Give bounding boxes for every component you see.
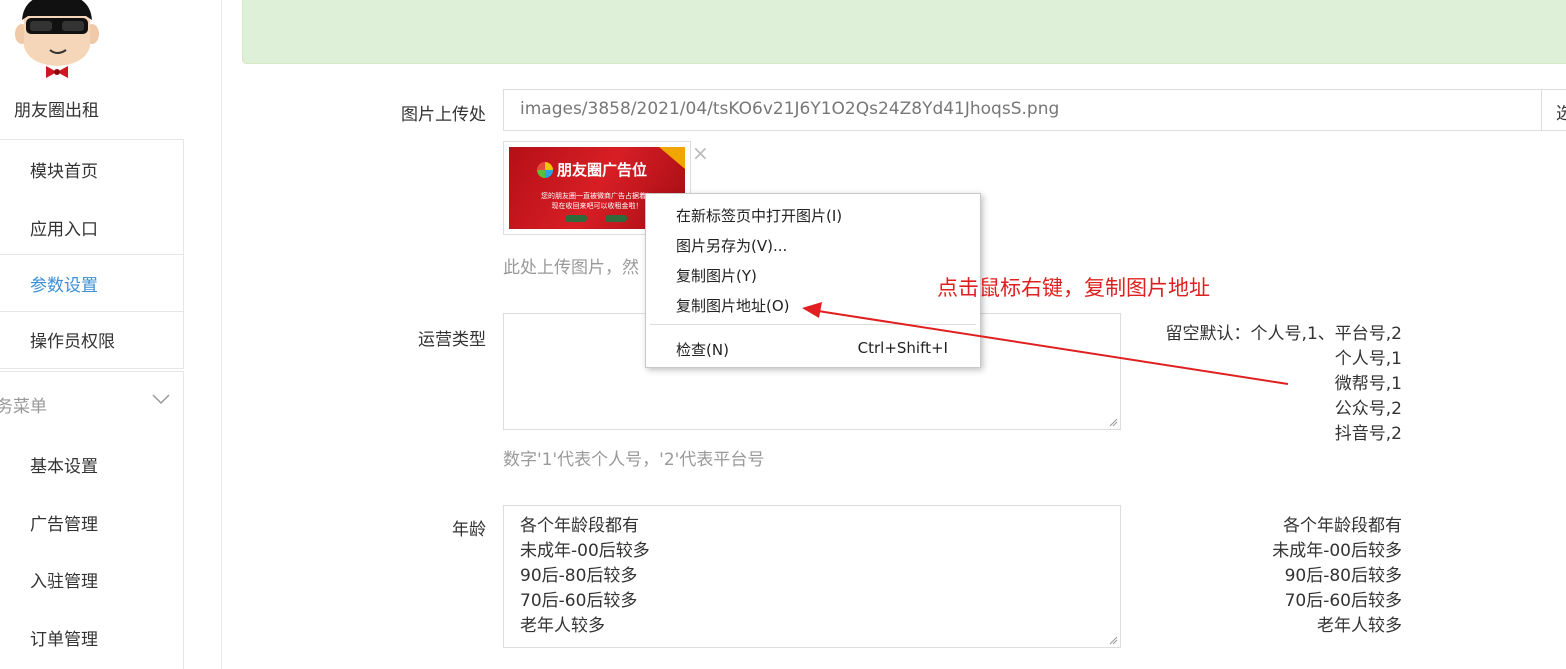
thumbnail-badge: [565, 215, 587, 222]
ctx-open-image-new-tab[interactable]: 在新标签页中打开图片(I): [676, 205, 842, 226]
site-name: 朋友圈出租: [14, 101, 99, 121]
ops-note: 个人号,1: [1334, 349, 1402, 369]
ops-type-notes: 留空默认：个人号,1、平台号,2 个人号,1 微帮号,1 公众号,2 抖音号,2: [1166, 322, 1402, 447]
success-alert: [242, 0, 1566, 64]
chevron-down-icon[interactable]: [150, 388, 172, 410]
remove-image-icon[interactable]: ×: [692, 143, 709, 163]
age-note: 未成年-00后较多: [1272, 541, 1402, 561]
sidebar-item-entry-management[interactable]: 入驻管理: [30, 567, 98, 592]
thumbnail-corner: [659, 147, 685, 169]
age-textarea[interactable]: 各个年龄段都有 未成年-00后较多 90后-80后较多 70后-60后较多 老年…: [503, 505, 1121, 648]
resize-handle-icon[interactable]: [1108, 417, 1118, 427]
context-menu: 在新标签页中打开图片(I) 图片另存为(V)... 复制图片(Y) 复制图片地址…: [645, 193, 981, 368]
sidebar-item-app-entry[interactable]: 应用入口: [30, 215, 98, 240]
thumbnail-logo-icon: [537, 162, 553, 178]
image-url-input[interactable]: images/3858/2021/04/tsKO6v21J6Y1O2Qs24Z8…: [503, 89, 1543, 131]
age-note: 70后-60后较多: [1284, 591, 1402, 611]
ctx-copy-image[interactable]: 复制图片(Y): [676, 265, 757, 286]
age-line: 各个年龄段都有: [520, 516, 639, 536]
age-note: 90后-80后较多: [1284, 566, 1402, 586]
sidebar-group-title[interactable]: 务菜单: [0, 392, 47, 417]
ops-type-label: 运营类型: [418, 330, 486, 350]
sidebar-item-ad-management[interactable]: 广告管理: [30, 510, 98, 535]
annotation-text: 点击鼠标右键，复制图片地址: [937, 276, 1210, 300]
ops-note: 公众号,2: [1334, 399, 1402, 419]
image-hint: 此处上传图片，然: [503, 258, 639, 278]
ops-note: 抖音号,2: [1334, 424, 1402, 444]
sidebar-item-basic-settings[interactable]: 基本设置: [30, 452, 98, 477]
ctx-inspect[interactable]: 检查(N): [676, 339, 729, 360]
age-notes: 各个年龄段都有 未成年-00后较多 90后-80后较多 70后-60后较多 老年…: [1272, 514, 1402, 639]
thumbnail-title: 朋友圈广告位: [557, 161, 648, 179]
age-line: 老年人较多: [520, 616, 605, 636]
ops-note: 留空默认：个人号,1、平台号,2: [1165, 324, 1402, 344]
ops-type-hint: 数字'1'代表个人号，'2'代表平台号: [503, 450, 765, 470]
select-image-button[interactable]: 选: [1541, 89, 1566, 131]
ctx-save-image-as[interactable]: 图片另存为(V)...: [676, 235, 787, 256]
sidebar: 朋友圈出租 模块首页 应用入口 参数设置 操作员权限 务菜单 基本设置 广告管理…: [0, 0, 222, 669]
ctx-inspect-shortcut: Ctrl+Shift+I: [857, 339, 948, 357]
sidebar-item-order-management[interactable]: 订单管理: [30, 625, 98, 650]
sidebar-item-operators[interactable]: 操作员权限: [30, 327, 115, 352]
ops-note: 微帮号,1: [1334, 374, 1402, 394]
ctx-separator: [650, 324, 976, 325]
age-note: 各个年龄段都有: [1283, 516, 1402, 536]
ctx-copy-image-address[interactable]: 复制图片地址(O): [676, 295, 790, 316]
age-label: 年龄: [452, 520, 486, 540]
resize-handle-icon[interactable]: [1108, 635, 1118, 645]
thumbnail-badge: [605, 215, 627, 222]
age-line: 未成年-00后较多: [520, 541, 650, 561]
age-line: 70后-60后较多: [520, 591, 638, 611]
age-note: 老年人较多: [1317, 616, 1402, 636]
sidebar-item-params[interactable]: 参数设置: [30, 271, 98, 296]
age-line: 90后-80后较多: [520, 566, 638, 586]
image-upload-label: 图片上传处: [401, 105, 486, 125]
avatar: [15, 0, 99, 78]
sidebar-item-module-home[interactable]: 模块首页: [30, 157, 98, 182]
